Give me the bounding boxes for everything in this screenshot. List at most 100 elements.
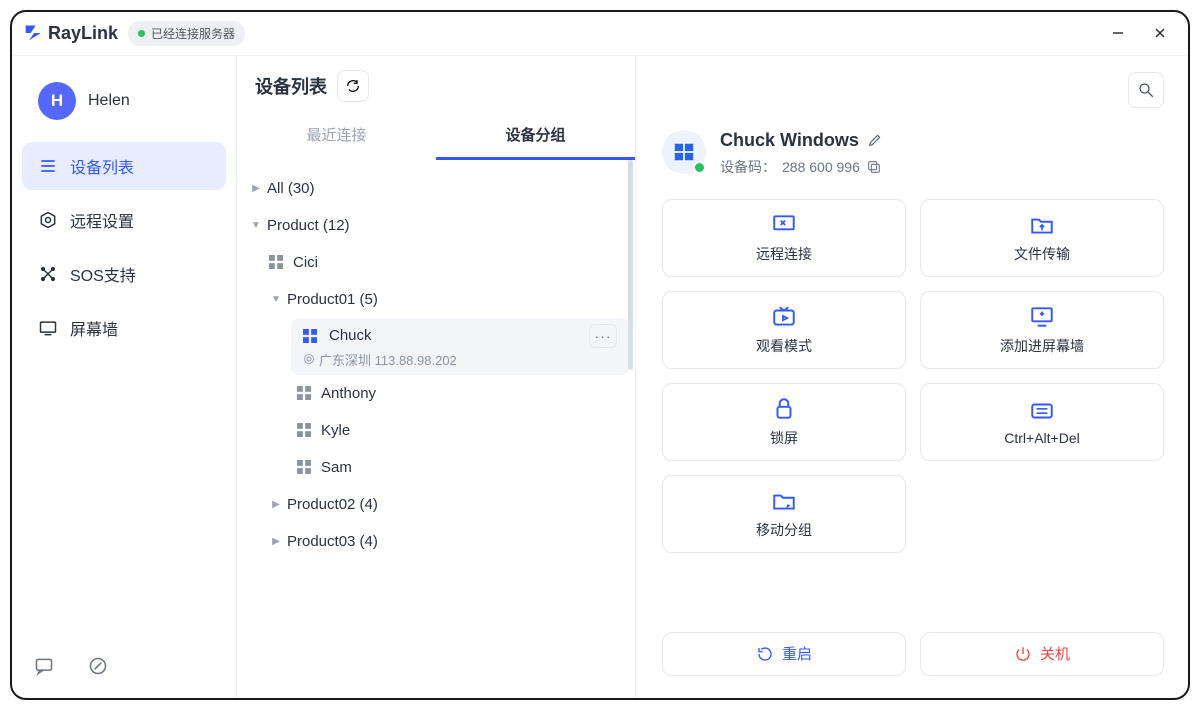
close-button[interactable]	[1144, 21, 1176, 45]
restart-button[interactable]: 重启	[662, 632, 906, 676]
nav-devices[interactable]: 设备列表	[22, 142, 226, 190]
windows-icon	[297, 423, 311, 437]
tv-icon	[771, 304, 797, 330]
action-add-wall[interactable]: 添加进屏幕墙	[920, 291, 1164, 369]
action-cad-label: Ctrl+Alt+Del	[1004, 430, 1079, 446]
brand-text: RayLink	[48, 23, 118, 44]
refresh-icon	[345, 78, 361, 94]
device-code-label: 设备码：	[720, 157, 776, 177]
refresh-button[interactable]	[337, 70, 369, 102]
scrollbar[interactable]	[628, 160, 633, 370]
nav-settings[interactable]: 远程设置	[22, 196, 226, 244]
shutdown-button[interactable]: 关机	[920, 632, 1164, 676]
logo-icon	[24, 23, 44, 43]
action-watch-mode[interactable]: 观看模式	[662, 291, 906, 369]
restart-label: 重启	[782, 643, 812, 664]
windows-icon	[673, 141, 695, 163]
caret-right-icon: ▶	[269, 536, 283, 547]
tree-product01[interactable]: ▼ Product01 (5)	[241, 281, 629, 318]
online-status-dot	[693, 161, 706, 174]
user-block[interactable]: H Helen	[12, 72, 236, 142]
edit-icon[interactable]	[867, 132, 883, 148]
tree-product03-label: Product03 (4)	[287, 533, 378, 550]
tree-product02[interactable]: ▶Product02 (4)	[241, 486, 629, 523]
device-more-button[interactable]: ···	[589, 324, 617, 348]
caret-down-icon: ▼	[269, 294, 283, 305]
windows-icon	[269, 255, 283, 269]
device-chuck-location: 广东深圳 113.88.98.202	[319, 350, 457, 369]
nav-settings-label: 远程设置	[70, 208, 134, 232]
device-anthony[interactable]: Anthony	[241, 375, 629, 412]
keyboard-icon	[1029, 398, 1055, 424]
device-detail-panel: Chuck Windows 设备码： 288 600 996 远程连接	[636, 56, 1188, 698]
device-chuck-label: Chuck	[329, 327, 372, 344]
folder-up-icon	[1029, 212, 1055, 238]
connection-status-text: 已经连接服务器	[151, 25, 235, 42]
device-code-value: 288 600 996	[782, 159, 860, 175]
app-window: RayLink 已经连接服务器 H Helen 设备列表 远程设置	[10, 10, 1190, 700]
action-add-wall-label: 添加进屏幕墙	[1000, 336, 1084, 356]
app-logo: RayLink	[24, 23, 118, 44]
power-icon	[1014, 645, 1032, 663]
device-list-panel: 设备列表 最近连接 设备分组 ▶All (30) ▼Product (12) C…	[236, 56, 636, 698]
username: Helen	[88, 92, 130, 110]
titlebar: RayLink 已经连接服务器	[12, 12, 1188, 56]
connection-status-pill: 已经连接服务器	[128, 21, 245, 46]
chat-icon[interactable]	[34, 656, 54, 676]
gear-icon	[38, 210, 58, 230]
action-remote-connect[interactable]: 远程连接	[662, 199, 906, 277]
nav-sos[interactable]: SOS支持	[22, 250, 226, 298]
monitor-plus-icon	[1029, 304, 1055, 330]
nav-sos-label: SOS支持	[70, 262, 136, 286]
minimize-button[interactable]	[1102, 21, 1134, 45]
action-ctrl-alt-del[interactable]: Ctrl+Alt+Del	[920, 383, 1164, 461]
action-lock-label: 锁屏	[770, 428, 798, 448]
caret-right-icon: ▶	[249, 183, 263, 194]
avatar: H	[38, 82, 76, 120]
compass-icon[interactable]	[88, 656, 108, 676]
device-name: Chuck Windows	[720, 130, 859, 151]
device-tree[interactable]: ▶All (30) ▼Product (12) Cici ▼ Product01 …	[237, 160, 635, 698]
nav-wall[interactable]: 屏幕墙	[22, 304, 226, 352]
device-os-avatar	[662, 130, 706, 174]
action-remote-connect-label: 远程连接	[756, 244, 812, 264]
windows-icon	[303, 329, 317, 343]
restart-icon	[756, 645, 774, 663]
device-sam[interactable]: Sam	[241, 449, 629, 486]
device-cici-label: Cici	[293, 254, 318, 271]
device-kyle-label: Kyle	[321, 422, 350, 439]
device-chuck[interactable]: Chuck ··· 广东深圳 113.88.98.202	[291, 318, 629, 375]
sos-icon	[38, 264, 58, 284]
action-file-transfer-label: 文件传输	[1014, 244, 1070, 264]
shutdown-label: 关机	[1040, 643, 1070, 664]
move-folder-icon	[771, 488, 797, 514]
copy-icon[interactable]	[866, 159, 882, 175]
windows-icon	[297, 460, 311, 474]
action-lock[interactable]: 锁屏	[662, 383, 906, 461]
tab-recent[interactable]: 最近连接	[237, 112, 436, 160]
panel-title: 设备列表	[255, 73, 327, 99]
action-file-transfer[interactable]: 文件传输	[920, 199, 1164, 277]
caret-right-icon: ▶	[269, 499, 283, 510]
action-move-group[interactable]: 移动分组	[662, 475, 906, 553]
nav-wall-label: 屏幕墙	[70, 316, 118, 340]
tree-product[interactable]: ▼Product (12)	[241, 207, 629, 244]
device-sam-label: Sam	[321, 459, 352, 476]
device-cici[interactable]: Cici	[241, 244, 629, 281]
device-kyle[interactable]: Kyle	[241, 412, 629, 449]
caret-down-icon: ▼	[249, 220, 263, 231]
status-dot-icon	[138, 30, 145, 37]
tree-all[interactable]: ▶All (30)	[241, 170, 629, 207]
list-icon	[38, 156, 58, 176]
monitor-icon	[771, 212, 797, 238]
tree-product03[interactable]: ▶ Product03 (4)	[241, 523, 629, 560]
action-move-group-label: 移动分组	[756, 520, 812, 540]
windows-icon	[297, 386, 311, 400]
wall-icon	[38, 318, 58, 338]
search-icon	[1137, 81, 1155, 99]
tree-product01-label: Product01 (5)	[287, 291, 378, 308]
device-anthony-label: Anthony	[321, 385, 376, 402]
action-watch-mode-label: 观看模式	[756, 336, 812, 356]
search-button[interactable]	[1128, 72, 1164, 108]
tab-groups[interactable]: 设备分组	[436, 112, 635, 160]
